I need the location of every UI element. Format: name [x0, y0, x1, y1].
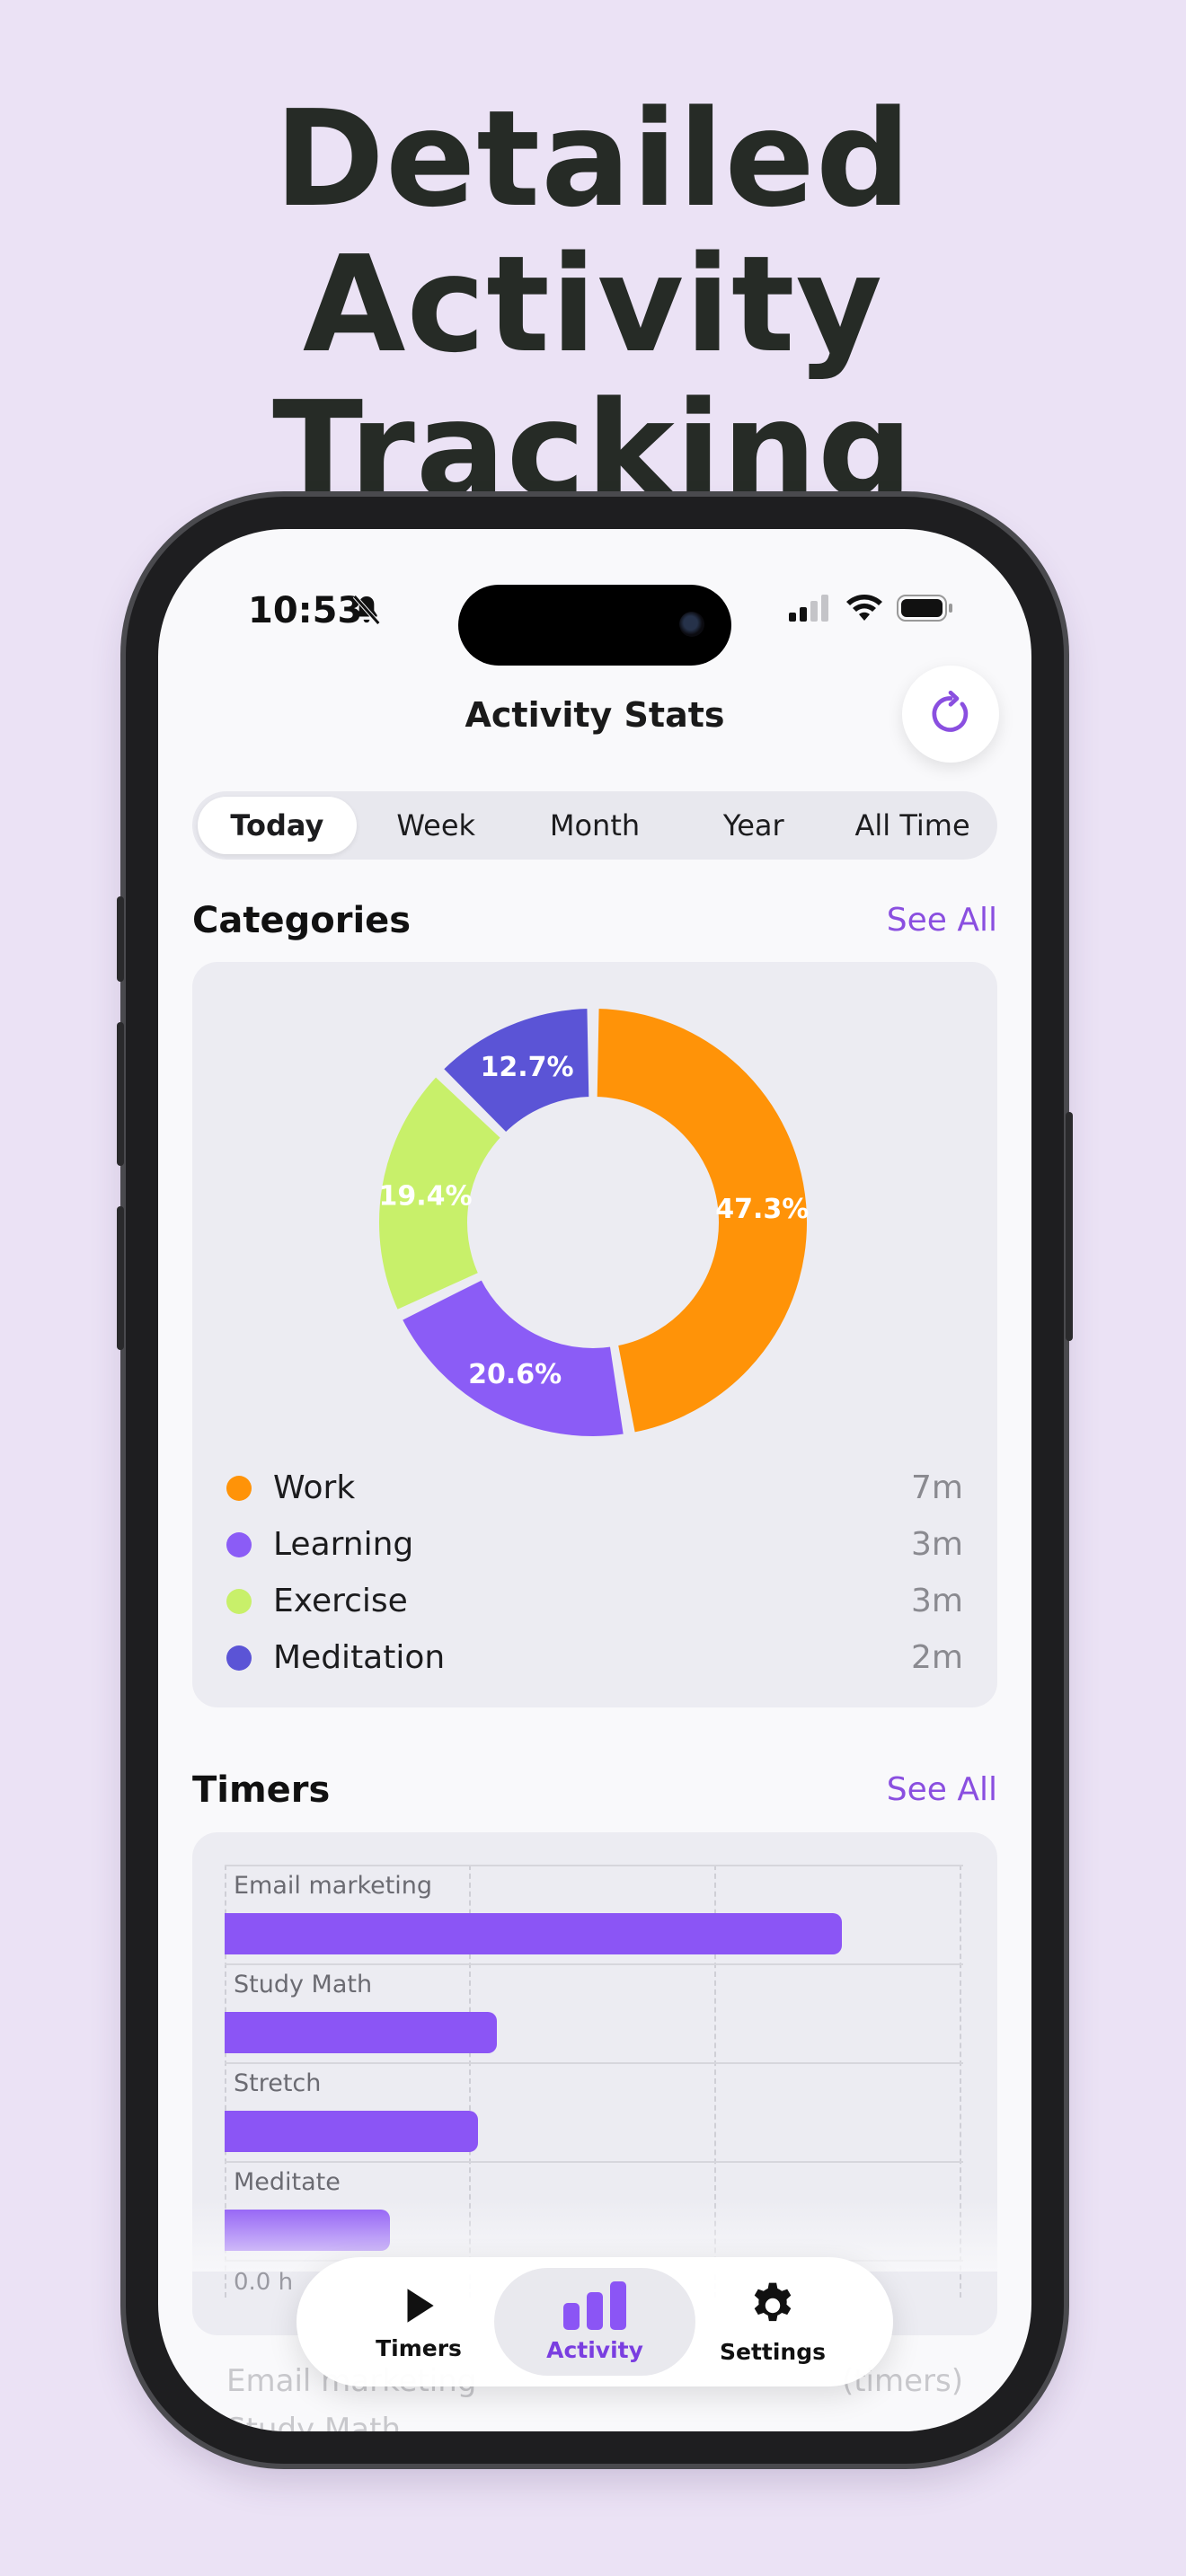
legend-value: 3m — [911, 1583, 963, 1619]
wifi-icon — [846, 595, 882, 621]
legend-row-exercise[interactable]: Exercise 3m — [226, 1573, 963, 1629]
legend-dot-learning — [226, 1531, 252, 1557]
segment-year[interactable]: Year — [674, 797, 833, 854]
status-time: 10:53 — [248, 590, 363, 631]
legend-dot-work — [226, 1475, 252, 1501]
page-title: Activity Stats — [465, 695, 725, 735]
categories-card: 47.3% 20.6% 19.4% 12.7% Work 7m Learning 3m… — [192, 962, 997, 1707]
legend-value: 2m — [911, 1639, 963, 1676]
segment-today[interactable]: Today — [198, 797, 357, 854]
bar-label-meditate: Meditate — [234, 2168, 341, 2196]
tab-label: Timers — [376, 2334, 462, 2361]
tab-label: Activity — [546, 2336, 643, 2363]
camera-lens — [679, 612, 704, 637]
legend-value: 3m — [911, 1526, 963, 1563]
action-button — [117, 896, 124, 982]
marketing-headline: Detailed Activity Tracking — [0, 86, 1186, 523]
bar-chart-icon — [563, 2280, 626, 2330]
gear-icon — [754, 2282, 792, 2321]
grid-line — [225, 2062, 963, 2064]
bell-slash-icon — [352, 595, 381, 625]
categories-see-all-link[interactable]: See All — [887, 902, 997, 939]
bar-label-stretch: Stretch — [234, 2069, 322, 2097]
bar-stretch[interactable] — [225, 2111, 478, 2152]
grid-line — [225, 2161, 963, 2163]
legend-dot-exercise — [226, 1588, 252, 1614]
volume-down-button — [117, 1206, 124, 1350]
tab-timers[interactable]: Timers — [318, 2268, 519, 2376]
legend-label: Exercise — [273, 1583, 408, 1619]
categories-legend: Work 7m Learning 3m Exercise 3m Meditati… — [226, 1460, 963, 1686]
tab-label: Settings — [719, 2338, 826, 2365]
axis-label-start: 0.0 h — [234, 2269, 294, 2296]
timer-list-item[interactable]: Study Math — [226, 2412, 963, 2431]
categories-donut-chart: 47.3% 20.6% 19.4% 12.7% — [376, 1005, 810, 1440]
headline-line-1: Detailed Activity — [274, 82, 912, 382]
refresh-button[interactable] — [902, 666, 999, 763]
legend-label: Work — [273, 1469, 356, 1506]
app-screen: 10:53 Activity Stats Today Week Month Ye… — [158, 529, 1031, 2431]
donut-label-meditation: 12.7% — [481, 1052, 574, 1083]
bottom-tab-bar: Timers Activity Settings — [296, 2257, 893, 2386]
tab-settings[interactable]: Settings — [672, 2268, 873, 2376]
phone-frame: 10:53 Activity Stats Today Week Month Ye… — [117, 497, 1073, 2464]
legend-row-meditation[interactable]: Meditation 2m — [226, 1629, 963, 1686]
play-icon — [407, 2288, 434, 2323]
bar-label-study-math: Study Math — [234, 1971, 373, 1998]
donut-label-learning: 20.6% — [468, 1359, 562, 1390]
battery-icon — [897, 595, 952, 622]
segment-week[interactable]: Week — [357, 797, 516, 854]
timers-heading: Timers — [192, 1769, 331, 1811]
segment-all-time[interactable]: All Time — [833, 797, 992, 854]
donut-label-work: 47.3% — [715, 1194, 809, 1225]
grid-line — [225, 1865, 963, 1866]
bar-label-email-marketing: Email marketing — [234, 1872, 433, 1900]
power-button — [1066, 1112, 1073, 1341]
bar-study-math[interactable] — [225, 2012, 497, 2053]
grid-line — [225, 1963, 963, 1965]
segment-month[interactable]: Month — [516, 797, 675, 854]
donut-label-exercise: 19.4% — [378, 1180, 472, 1212]
timer-list-name: Study Math — [226, 2412, 402, 2431]
bar-email-marketing[interactable] — [225, 1913, 842, 1954]
legend-dot-meditation — [226, 1645, 252, 1671]
legend-row-work[interactable]: Work 7m — [226, 1460, 963, 1516]
dynamic-island — [458, 585, 731, 666]
status-icons — [789, 594, 954, 622]
time-range-segmented-control: Today Week Month Year All Time — [192, 791, 997, 860]
timers-see-all-link[interactable]: See All — [887, 1771, 997, 1808]
refresh-icon — [932, 690, 969, 732]
legend-row-learning[interactable]: Learning 3m — [226, 1516, 963, 1573]
legend-label: Meditation — [273, 1639, 446, 1676]
volume-up-button — [117, 1022, 124, 1166]
tab-activity[interactable]: Activity — [494, 2268, 695, 2376]
legend-label: Learning — [273, 1526, 414, 1563]
legend-value: 7m — [911, 1469, 963, 1506]
cellular-signal-icon — [789, 595, 828, 622]
categories-heading: Categories — [192, 900, 412, 941]
